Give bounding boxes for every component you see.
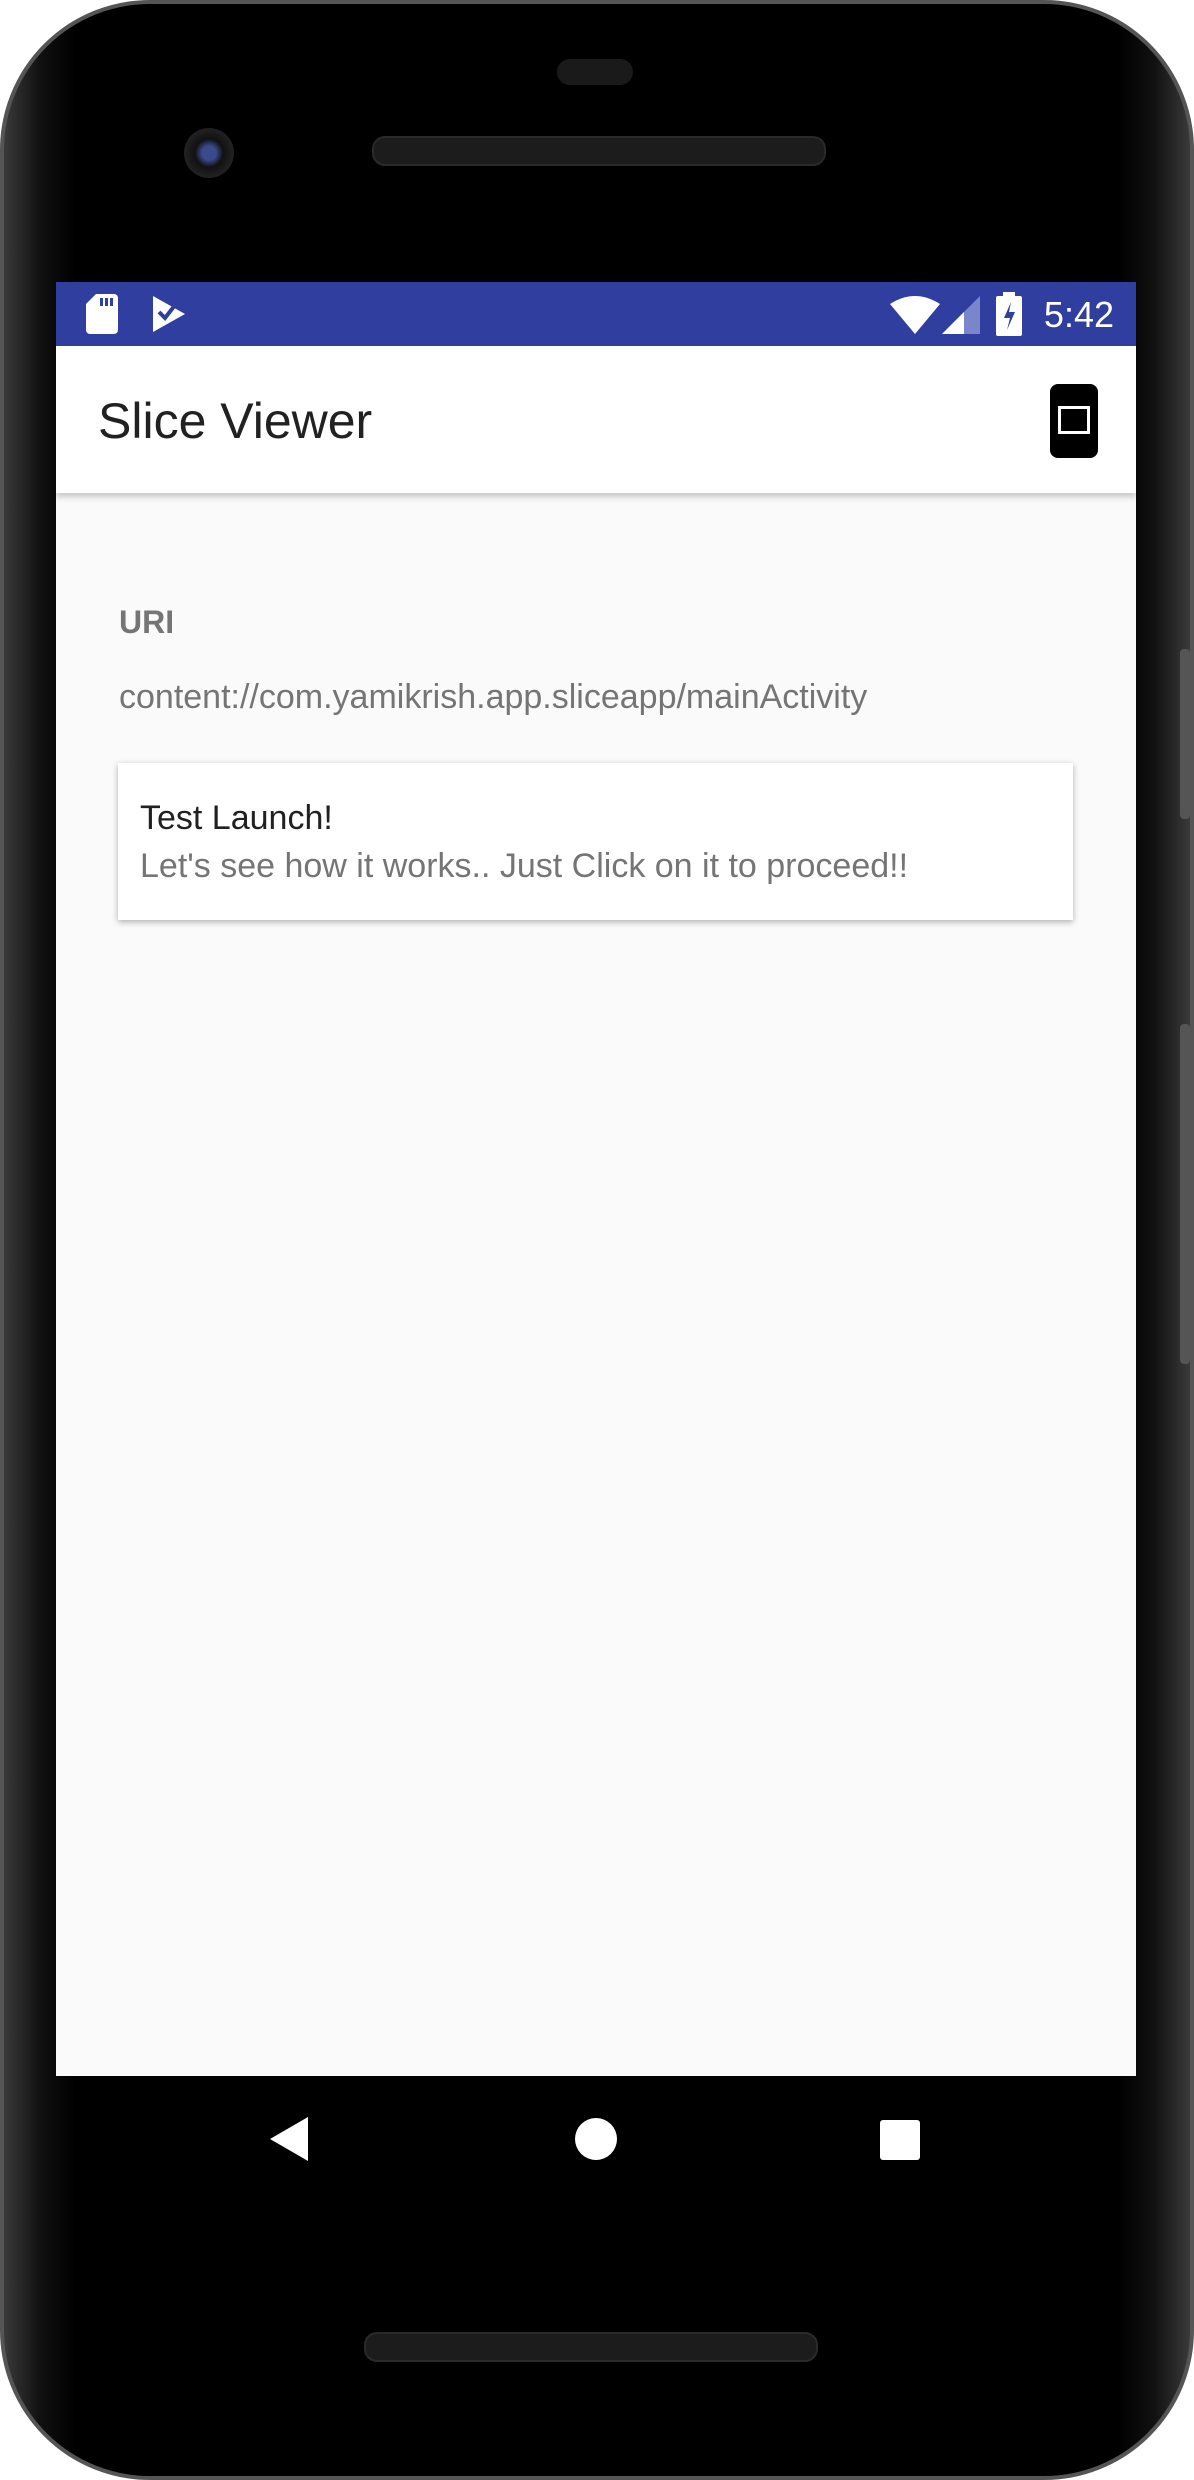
app-toolbar: Slice Viewer — [56, 346, 1136, 493]
signal-icon — [942, 296, 980, 334]
home-button[interactable] — [574, 2117, 618, 2161]
status-bar: 5:42 — [56, 282, 1136, 346]
uri-label: URI — [119, 604, 175, 640]
app-title: Slice Viewer — [98, 393, 373, 449]
front-camera — [184, 128, 234, 178]
volume-button — [1180, 1024, 1190, 1364]
uri-value: content://com.yamikrish.app.sliceapp/mai… — [119, 678, 868, 716]
task-icon — [153, 296, 185, 332]
back-button[interactable] — [270, 2117, 310, 2161]
top-speaker — [372, 136, 826, 166]
screen: 5:42 Slice Viewer URI content://com.yami… — [56, 282, 1136, 2076]
status-time: 5:42 — [1043, 294, 1114, 335]
power-button — [1180, 649, 1190, 819]
recents-button[interactable] — [880, 2120, 920, 2160]
wifi-icon — [890, 296, 940, 334]
slice-subtitle: Let's see how it works.. Just Click on i… — [140, 847, 909, 885]
slice-card[interactable]: Test Launch! Let's see how it works.. Ju… — [118, 763, 1073, 920]
phone-frame: 5:42 Slice Viewer URI content://com.yami… — [0, 0, 1194, 2480]
sd-card-icon — [86, 294, 118, 334]
slice-title: Test Launch! — [140, 799, 333, 837]
slice-mode-icon[interactable] — [1050, 384, 1098, 458]
battery-charging-icon — [996, 292, 1022, 336]
bottom-speaker — [364, 2332, 818, 2362]
earpiece — [557, 59, 633, 85]
